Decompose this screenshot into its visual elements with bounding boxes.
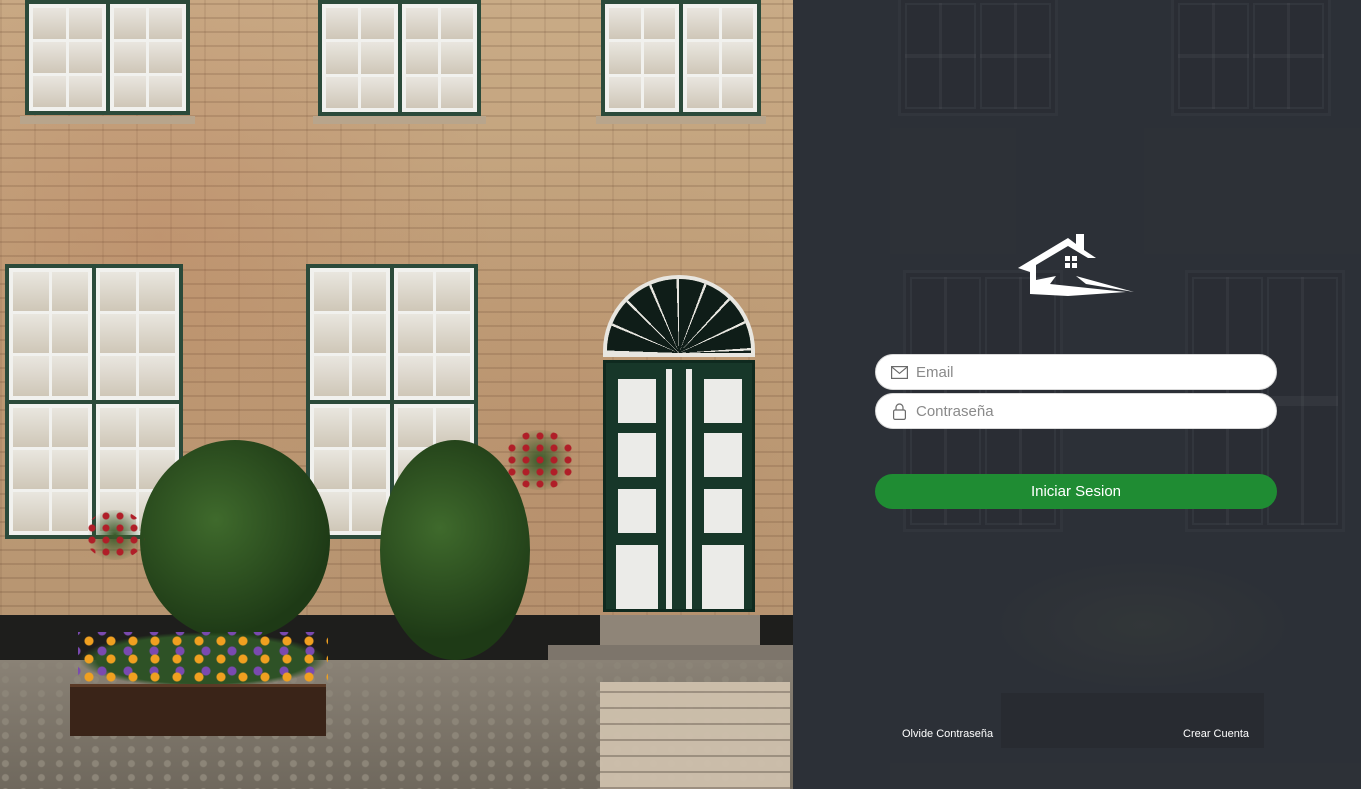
password-input[interactable] [916,402,1256,420]
bush [140,440,330,640]
create-account-link[interactable]: Crear Cuenta [1183,728,1249,740]
window-sill [20,116,195,124]
front-door [603,360,755,612]
door-step [600,615,760,645]
password-field[interactable] [875,393,1277,429]
email-field[interactable] [875,354,1277,390]
window-sill [313,116,486,124]
email-input[interactable] [916,363,1256,381]
rose-cluster [85,510,145,560]
forgot-password-link[interactable]: Olvide Contraseña [902,728,993,740]
top-window-left [25,0,190,115]
envelope-icon [890,363,908,381]
flower-bed [78,632,328,688]
window-sill [596,116,766,124]
door-fanlight [603,275,755,357]
top-window-right [601,0,761,116]
background-photo [0,0,793,789]
rose-cluster [505,430,575,490]
login-button[interactable]: Iniciar Sesion [875,474,1277,509]
login-panel: Iniciar Sesion Olvide Contraseña Crear C… [793,0,1361,789]
brick-path [600,682,790,789]
top-window-middle [318,0,481,116]
planter-box [70,684,326,736]
lock-icon [890,402,908,420]
house-logo-icon [1018,234,1134,296]
